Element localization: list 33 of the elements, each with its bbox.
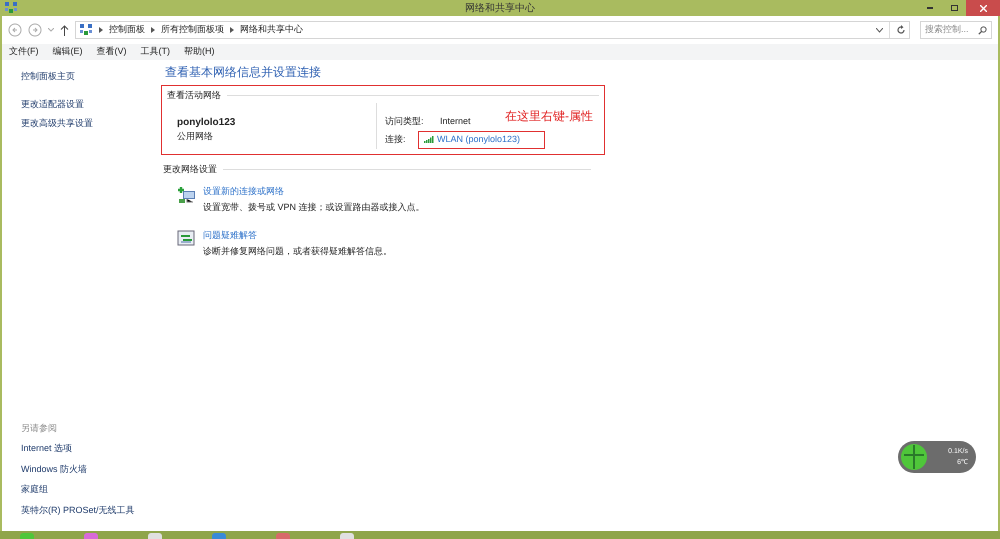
sidebar-link[interactable]: 更改适配器设置 [21, 98, 163, 111]
task-description: 设置宽带、拨号或 VPN 连接；或设置路由器或接入点。 [203, 201, 425, 214]
task-link[interactable]: 设置新的连接或网络 [203, 184, 425, 198]
sidebar-link[interactable]: Internet 选项 [21, 442, 163, 456]
menu-item[interactable]: 编辑(E) [52, 45, 82, 59]
field-label: 访问类型: [385, 114, 425, 128]
menu-item[interactable]: 帮助(H) [184, 45, 214, 59]
connection-link[interactable]: WLAN (ponylolo123) [437, 133, 520, 146]
address-bar[interactable]: 控制面板 所有控制面板项 网络和共享中心 [75, 21, 910, 39]
sidebar-link[interactable]: Windows 防火墙 [21, 462, 163, 476]
section-title: 另请参阅 [21, 422, 58, 434]
network-name: ponylolo123 [177, 116, 236, 130]
network-type: 公用网络 [177, 130, 214, 142]
section-title: 更改网络设置 [163, 163, 217, 176]
sidebar-link[interactable]: 控制面板主页 [21, 70, 163, 84]
breadcrumb[interactable]: 控制面板 [109, 23, 145, 37]
search-field[interactable]: 搜索控制... [920, 21, 992, 39]
section-title: 查看活动网络 [167, 89, 221, 102]
task-description: 诊断并修复网络问题，或者获得疑难解答信息。 [203, 245, 392, 258]
sidebar-link[interactable]: 家庭组 [21, 483, 163, 496]
breadcrumb[interactable]: 所有控制面板项 [161, 23, 224, 37]
breadcrumb[interactable]: 网络和共享中心 [240, 23, 303, 37]
sidebar-link[interactable]: 英特尔(R) PROSet/无线工具 [21, 504, 163, 517]
sidebar-link[interactable]: 更改高级共享设置 [21, 117, 163, 130]
menu-item[interactable]: 查看(V) [96, 45, 126, 59]
menu-item[interactable]: 文件(F) [9, 45, 38, 59]
menu-item[interactable]: 工具(T) [140, 45, 170, 59]
task-link[interactable]: 问题疑难解答 [203, 228, 392, 242]
page-heading: 查看基本网络信息并设置连接 [165, 64, 322, 81]
field-value: Internet [440, 114, 471, 128]
window-title: 网络和共享中心 [465, 2, 535, 16]
annotation-text: 在这里右键-属性 [505, 108, 593, 126]
field-label: 连接: [385, 133, 407, 146]
